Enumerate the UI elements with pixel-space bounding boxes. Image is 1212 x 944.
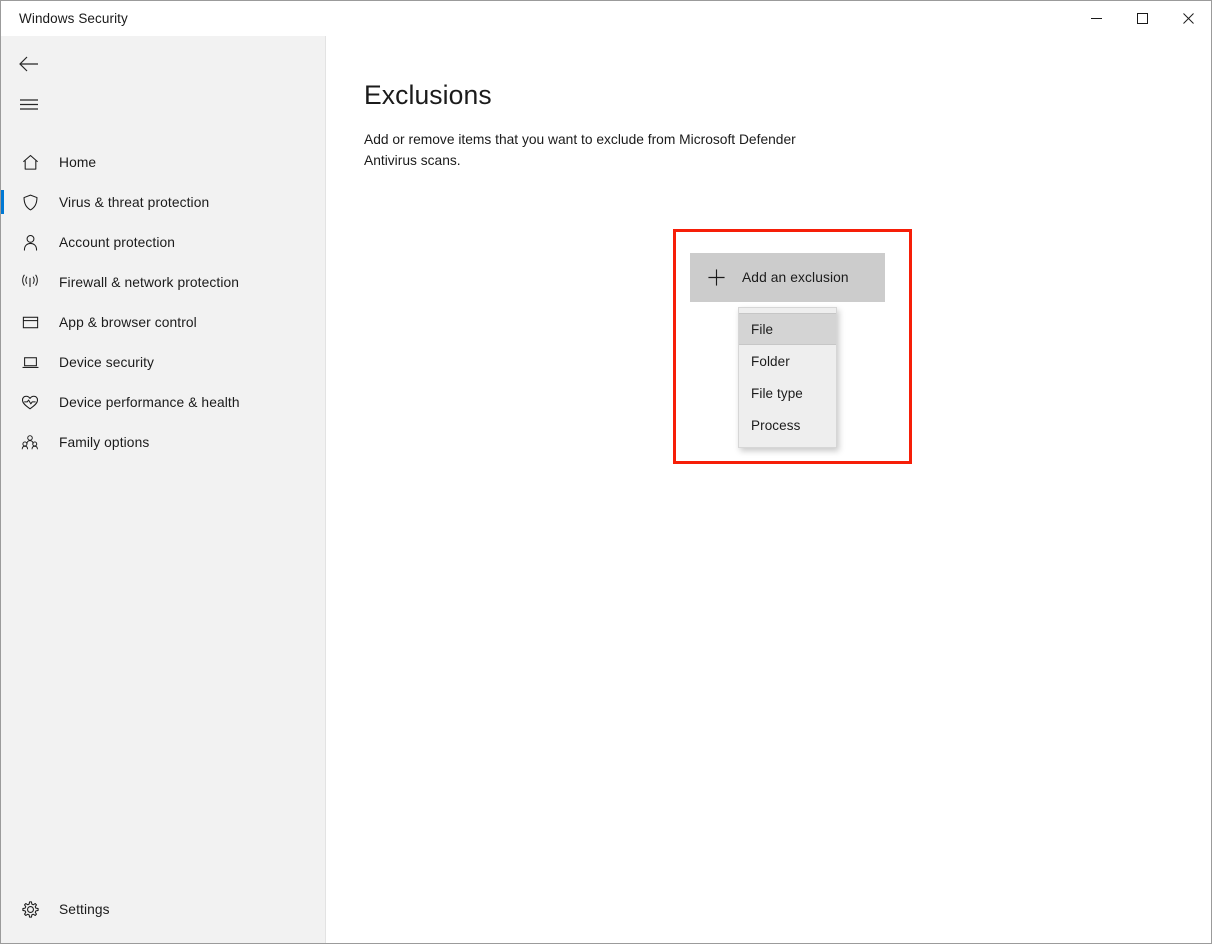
sidebar-top-controls: [1, 36, 325, 124]
shield-icon: [15, 193, 45, 212]
dropdown-item-file[interactable]: File: [739, 313, 836, 345]
hamburger-menu-icon: [20, 98, 38, 110]
dropdown-item-label: Folder: [751, 353, 790, 369]
exclusion-type-dropdown-menu: File Folder File type Process: [738, 307, 837, 448]
dropdown-item-label: File: [751, 321, 774, 337]
gear-icon: [15, 900, 45, 919]
close-icon: [1182, 13, 1194, 24]
exclusions-panel: Exclusions Add or remove items that you …: [364, 80, 916, 943]
hamburger-menu-button[interactable]: [5, 84, 53, 124]
window-title: Windows Security: [19, 11, 128, 26]
sidebar-item-device-security[interactable]: Device security: [1, 342, 325, 382]
sidebar-item-label: App & browser control: [59, 314, 197, 330]
sidebar-item-app-browser-control[interactable]: App & browser control: [1, 302, 325, 342]
close-button[interactable]: [1165, 1, 1211, 36]
sidebar-item-device-performance-health[interactable]: Device performance & health: [1, 382, 325, 422]
title-bar: Windows Security: [1, 1, 1211, 36]
dropdown-item-process[interactable]: Process: [739, 409, 836, 441]
caption-button-group: [1073, 1, 1211, 36]
maximize-button[interactable]: [1119, 1, 1165, 36]
laptop-icon: [15, 353, 45, 372]
sidebar-item-label: Home: [59, 154, 97, 170]
broadcast-icon: [15, 273, 45, 291]
back-arrow-icon: [19, 56, 38, 72]
sidebar-item-label: Device performance & health: [59, 394, 240, 410]
family-icon: [15, 433, 45, 452]
sidebar-item-family-options[interactable]: Family options: [1, 422, 325, 462]
navigation-sidebar: Home Virus & threat protection Account p…: [1, 36, 326, 943]
add-an-exclusion-label: Add an exclusion: [742, 270, 849, 285]
dropdown-item-label: File type: [751, 385, 803, 401]
dropdown-item-folder[interactable]: Folder: [739, 345, 836, 377]
sidebar-item-home[interactable]: Home: [1, 142, 325, 182]
sidebar-item-label: Firewall & network protection: [59, 274, 240, 290]
sidebar-item-label: Account protection: [59, 234, 176, 250]
dropdown-item-file-type[interactable]: File type: [739, 377, 836, 409]
plus-icon: [690, 268, 742, 287]
dropdown-item-label: Process: [751, 417, 801, 433]
heart-pulse-icon: [15, 393, 45, 412]
maximize-icon: [1136, 13, 1148, 24]
person-icon: [15, 233, 45, 252]
page-description: Add or remove items that you want to exc…: [364, 132, 796, 168]
home-icon: [15, 153, 45, 172]
sidebar-item-label: Settings: [59, 901, 110, 917]
sidebar-item-label: Device security: [59, 354, 155, 370]
page-title: Exclusions: [364, 80, 492, 110]
sidebar-item-account-protection[interactable]: Account protection: [1, 222, 325, 262]
sidebar-bottom: Settings: [1, 889, 325, 943]
sidebar-item-settings[interactable]: Settings: [1, 889, 325, 929]
sidebar-item-firewall-network-protection[interactable]: Firewall & network protection: [1, 262, 325, 302]
window-icon: [15, 313, 45, 332]
selection-indicator: [1, 190, 4, 214]
sidebar-item-label: Family options: [59, 434, 150, 450]
minimize-icon: [1090, 18, 1102, 19]
sidebar-item-virus-threat-protection[interactable]: Virus & threat protection: [1, 182, 325, 222]
windows-security-window: Windows Security Home Virus & threat pro…: [0, 0, 1212, 944]
sidebar-nav-list: Home Virus & threat protection Account p…: [1, 142, 325, 889]
add-an-exclusion-button[interactable]: Add an exclusion: [690, 253, 885, 302]
window-body: Home Virus & threat protection Account p…: [1, 36, 1211, 943]
back-button[interactable]: [5, 44, 53, 84]
minimize-button[interactable]: [1073, 1, 1119, 36]
main-content: Exclusions Add or remove items that you …: [326, 36, 1211, 943]
sidebar-item-label: Virus & threat protection: [59, 194, 210, 210]
